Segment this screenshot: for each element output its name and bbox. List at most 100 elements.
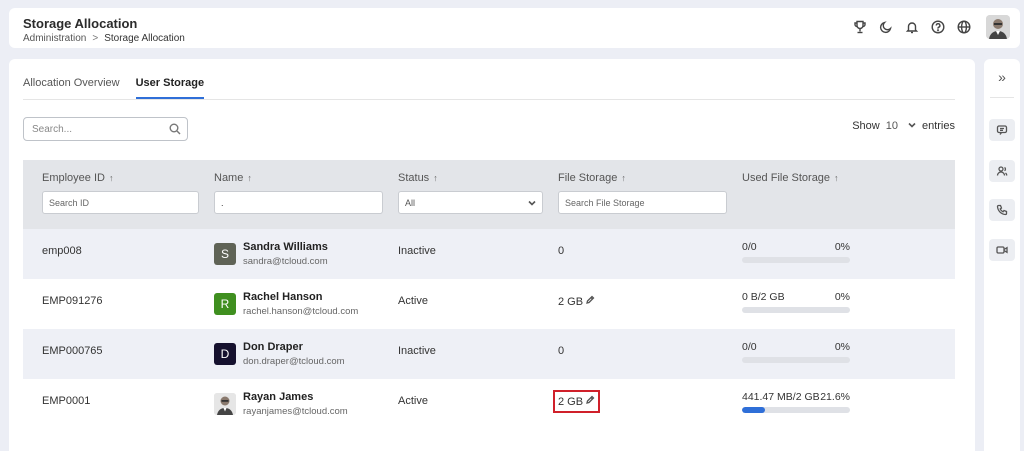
search-box [23, 117, 188, 141]
sort-up-icon: ↑ [433, 173, 438, 183]
top-header: Storage Allocation Administration > Stor… [9, 8, 1020, 48]
file-storage-value: 0 [558, 345, 565, 357]
collapse-sidebar-icon[interactable]: » [984, 69, 1020, 85]
used-storage-percent: 0% [834, 291, 850, 303]
entries-value: 10 [885, 120, 898, 132]
file-storage-cell: 2 GB [558, 295, 595, 308]
employee-email: sandra@tcloud.com [243, 256, 328, 267]
table-row: EMP0001 Rayan James rayanjames@tcloud.co… [23, 379, 955, 429]
breadcrumb-parent[interactable]: Administration [23, 33, 86, 44]
used-storage-cell: 441.47 MB/2 GB 21.6% [742, 391, 850, 413]
used-storage-cell: 0/0 0% [742, 241, 850, 263]
sort-up-icon: ↑ [247, 173, 252, 183]
employee-name: Rayan James [243, 391, 314, 403]
filter-name-input[interactable] [214, 191, 383, 214]
status-cell: Active [398, 295, 428, 307]
status-cell: Inactive [398, 245, 436, 257]
employee-email: don.draper@tcloud.com [243, 356, 345, 367]
usage-progress-bar [742, 307, 850, 313]
column-header-employee-id[interactable]: Employee ID ↑ [42, 172, 113, 184]
used-storage-value: 441.47 MB/2 GB [742, 391, 820, 403]
column-header-used-file-storage[interactable]: Used File Storage ↑ [742, 172, 839, 184]
status-cell: Inactive [398, 345, 436, 357]
used-storage-percent: 0% [834, 341, 850, 353]
page-title: Storage Allocation [23, 16, 138, 31]
tab-bar: Allocation Overview User Storage [23, 77, 205, 99]
filter-status-select[interactable]: All [398, 191, 543, 214]
column-header-name[interactable]: Name ↑ [214, 172, 252, 184]
avatar [214, 393, 236, 415]
column-label: Employee ID [42, 172, 105, 184]
table-row: emp008 S Sandra Williams sandra@tcloud.c… [23, 229, 955, 279]
breadcrumb-current: Storage Allocation [104, 33, 185, 44]
breadcrumb-separator: > [92, 33, 99, 44]
sort-up-icon: ↑ [834, 173, 839, 183]
tab-allocation-overview[interactable]: Allocation Overview [23, 77, 120, 99]
name-cell: S Sandra Williams sandra@tcloud.com [214, 241, 328, 267]
used-storage-percent: 0% [834, 241, 850, 253]
pencil-edit-icon[interactable] [585, 395, 595, 408]
used-storage-value: 0/0 [742, 241, 757, 253]
name-cell: D Don Draper don.draper@tcloud.com [214, 341, 345, 367]
chevron-down-icon [528, 200, 536, 206]
contacts-icon[interactable] [989, 160, 1015, 182]
globe-icon[interactable] [956, 19, 972, 35]
chat-icon[interactable] [989, 119, 1015, 141]
avatar: S [214, 243, 236, 265]
trophy-icon[interactable] [852, 19, 868, 35]
user-avatar[interactable] [986, 15, 1010, 39]
entries-select[interactable]: 10 [886, 120, 916, 132]
show-label: Show [852, 120, 880, 132]
employee-name: Rachel Hanson [243, 291, 323, 303]
entries-control: Show 10 entries [852, 120, 955, 132]
file-storage-value: 0 [558, 245, 565, 257]
name-cell: R Rachel Hanson rachel.hanson@tcloud.com [214, 291, 358, 317]
table-header: Employee ID ↑ Name ↑ Status ↑ File Storage ↑… [23, 160, 955, 229]
employee-email: rayanjames@tcloud.com [243, 406, 348, 417]
tab-user-storage[interactable]: User Storage [135, 77, 205, 99]
file-storage-cell-highlighted: 2 GB [552, 390, 601, 413]
column-header-status[interactable]: Status ↑ [398, 172, 438, 184]
sidebar-divider [990, 97, 1014, 98]
column-header-file-storage[interactable]: File Storage ↑ [558, 172, 626, 184]
column-label: Used File Storage [742, 172, 831, 184]
filter-status-value: All [405, 197, 416, 208]
entries-suffix: entries [921, 120, 955, 132]
user-storage-table: Employee ID ↑ Name ↑ Status ↑ File Storage ↑… [23, 160, 955, 429]
usage-progress-bar [742, 357, 850, 363]
file-storage-value: 2 GB [558, 295, 584, 308]
employee-id-cell: EMP000765 [42, 345, 103, 357]
employee-name: Don Draper [243, 341, 303, 353]
used-storage-value: 0/0 [742, 341, 757, 353]
column-label: Status [398, 172, 430, 184]
usage-progress-bar [742, 257, 850, 263]
pencil-edit-icon[interactable] [585, 295, 595, 308]
avatar: D [214, 343, 236, 365]
search-input[interactable] [32, 119, 162, 139]
bell-icon[interactable] [904, 19, 920, 35]
file-storage-cell: 0 [558, 245, 564, 257]
moon-icon[interactable] [878, 19, 894, 35]
filter-storage-input[interactable] [558, 191, 727, 214]
usage-progress-fill [742, 407, 766, 413]
search-icon[interactable] [169, 123, 181, 135]
employee-id-cell: EMP091276 [42, 295, 103, 307]
sort-up-icon: ↑ [108, 173, 114, 183]
chevron-down-icon [908, 120, 916, 132]
used-storage-percent: 21.6% [820, 391, 850, 403]
file-storage-cell: 0 [558, 345, 564, 357]
usage-progress-bar [742, 407, 850, 413]
help-icon[interactable] [930, 19, 946, 35]
column-label: File Storage [558, 172, 618, 184]
right-sidebar: » [984, 59, 1020, 451]
avatar: R [214, 293, 236, 315]
status-cell: Active [398, 395, 428, 407]
phone-icon[interactable] [989, 199, 1015, 221]
tab-divider [23, 99, 955, 100]
file-storage-value: 2 GB [558, 395, 584, 408]
video-call-icon[interactable] [989, 239, 1015, 261]
filter-id-input[interactable] [42, 191, 199, 214]
employee-id-cell: EMP0001 [42, 395, 91, 407]
breadcrumb: Administration > Storage Allocation [23, 33, 185, 44]
sort-up-icon: ↑ [621, 173, 626, 183]
